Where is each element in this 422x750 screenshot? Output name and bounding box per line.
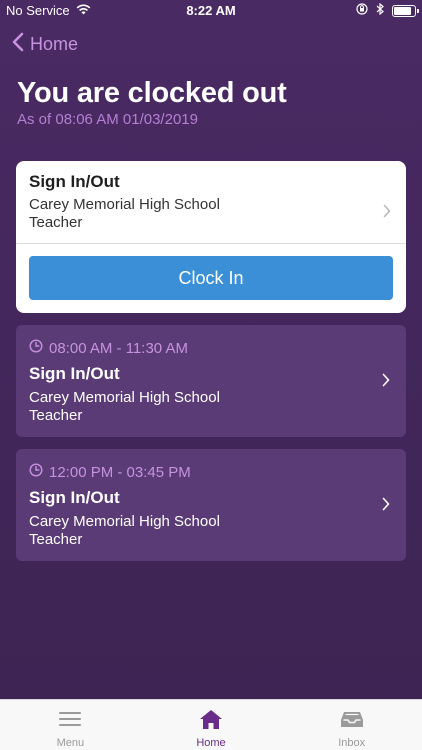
back-button[interactable]: Home bbox=[12, 30, 78, 58]
tab-label: Inbox bbox=[338, 737, 366, 749]
shift-location: Carey Memorial High School bbox=[29, 513, 220, 530]
chevron-left-icon bbox=[12, 32, 24, 57]
shift-role: Teacher bbox=[29, 531, 83, 548]
clock-card: Sign In/Out Carey Memorial High School T… bbox=[16, 161, 406, 313]
page-title: You are clocked out bbox=[17, 77, 287, 109]
clock-card-header[interactable]: Sign In/Out Carey Memorial High School T… bbox=[29, 172, 393, 244]
clock-icon bbox=[29, 463, 43, 481]
tab-label: Menu bbox=[56, 737, 85, 749]
clock-status-timestamp: As of 08:06 AM 01/03/2019 bbox=[17, 111, 198, 128]
card-divider bbox=[16, 243, 406, 244]
shift-card[interactable]: 08:00 AM - 11:30 AM Sign In/Out Carey Me… bbox=[16, 325, 406, 437]
status-right bbox=[356, 2, 419, 18]
chevron-right-icon bbox=[382, 373, 390, 392]
tab-label: Home bbox=[196, 737, 226, 749]
shift-title: Sign In/Out bbox=[29, 364, 120, 383]
shift-role: Teacher bbox=[29, 407, 83, 424]
tab-inbox[interactable]: Inbox bbox=[281, 700, 422, 750]
tab-menu[interactable]: Menu bbox=[0, 700, 141, 750]
chevron-right-icon bbox=[383, 204, 391, 223]
menu-icon bbox=[58, 708, 82, 735]
shift-time-label: 12:00 PM - 03:45 PM bbox=[49, 463, 191, 481]
home-icon bbox=[199, 708, 223, 735]
tab-home[interactable]: Home bbox=[141, 700, 282, 750]
shift-card[interactable]: 12:00 PM - 03:45 PM Sign In/Out Carey Me… bbox=[16, 449, 406, 561]
orientation-lock-icon bbox=[356, 3, 368, 18]
shift-time: 12:00 PM - 03:45 PM bbox=[29, 463, 191, 481]
bluetooth-icon bbox=[376, 2, 384, 18]
shift-time-label: 08:00 AM - 11:30 AM bbox=[49, 339, 188, 357]
inbox-icon bbox=[339, 708, 365, 735]
clock-in-button[interactable]: Clock In bbox=[29, 256, 393, 300]
clock-icon bbox=[29, 339, 43, 357]
tab-bar: Menu Home Inbox bbox=[0, 699, 422, 750]
card-location: Carey Memorial High School bbox=[29, 196, 220, 213]
back-label: Home bbox=[30, 33, 79, 54]
card-title: Sign In/Out bbox=[29, 172, 120, 191]
shift-location: Carey Memorial High School bbox=[29, 389, 220, 406]
shift-time: 08:00 AM - 11:30 AM bbox=[29, 339, 188, 357]
card-role: Teacher bbox=[29, 214, 83, 231]
chevron-right-icon bbox=[382, 497, 390, 516]
battery-level bbox=[394, 6, 412, 15]
shift-title: Sign In/Out bbox=[29, 488, 120, 507]
status-bar: No Service 8:22 AM bbox=[0, 0, 422, 22]
battery-icon bbox=[392, 4, 419, 17]
